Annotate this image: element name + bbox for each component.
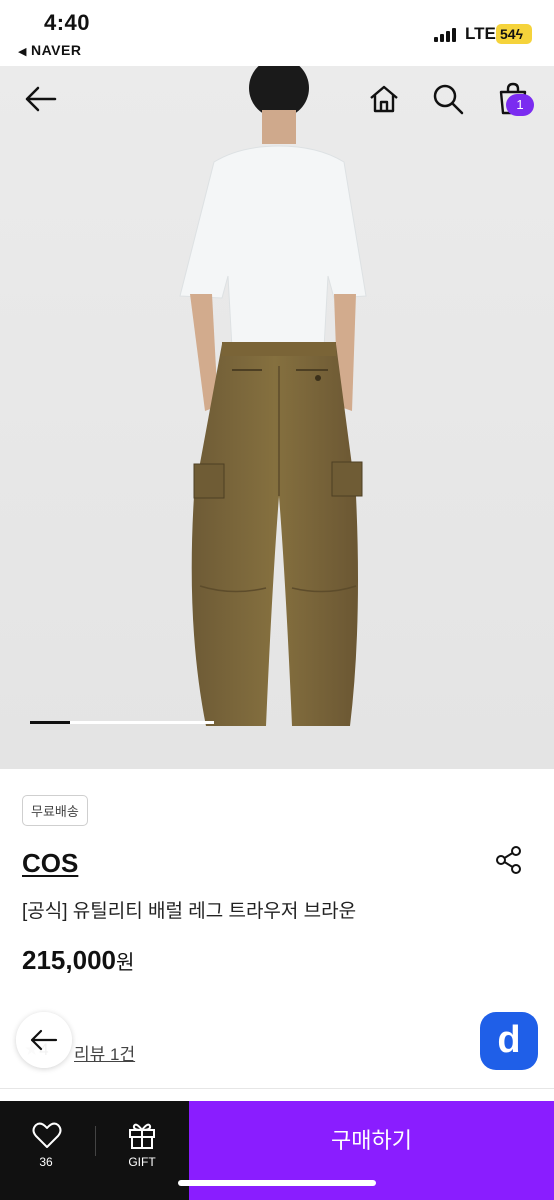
floating-back-button[interactable] [16, 1012, 72, 1068]
product-photo [0, 66, 554, 769]
divider [0, 1088, 554, 1089]
status-bar: 4:40 ◀ NAVER LTE 54ϟ [0, 0, 554, 66]
gift-button[interactable]: GIFT [96, 1101, 188, 1179]
brand-link[interactable]: COS [22, 848, 78, 879]
network-label: LTE [465, 24, 496, 43]
review-link[interactable]: 리뷰 1건 [74, 1040, 135, 1065]
price-currency: 원 [115, 952, 135, 974]
home-indicator [178, 1180, 376, 1186]
product-title: [공식] 유틸리티 배럴 레그 트라우저 브라운 [22, 901, 357, 922]
status-time: 4:40 [44, 10, 91, 35]
share-icon[interactable] [494, 845, 524, 875]
gift-label: GIFT [128, 1155, 156, 1169]
free-shipping-badge: 무료배송 [22, 795, 88, 826]
gift-icon [129, 1123, 155, 1149]
battery-level: 54 [500, 26, 516, 42]
heart-icon [32, 1122, 62, 1148]
signal-icon [434, 28, 458, 42]
gallery-progress-fill [30, 721, 71, 724]
back-to-app-link[interactable]: ◀ NAVER [18, 42, 81, 58]
cart-count-badge: 1 [506, 94, 534, 116]
back-triangle-icon: ◀ [18, 46, 27, 58]
price-value: 215,000 [22, 945, 116, 975]
back-arrow-icon [30, 1029, 58, 1051]
search-icon[interactable] [432, 83, 464, 115]
product-price: 215,000원 [22, 945, 134, 976]
battery-icon: 54ϟ [496, 24, 532, 44]
d-app-button[interactable]: d [480, 1012, 538, 1070]
home-icon[interactable] [368, 83, 400, 115]
like-count: 36 [39, 1155, 53, 1169]
like-button[interactable]: 36 [0, 1101, 92, 1179]
back-app-label: NAVER [30, 42, 82, 58]
back-arrow-icon[interactable] [22, 84, 58, 114]
gallery-progress [30, 721, 214, 724]
product-image-gallery[interactable] [0, 66, 554, 769]
